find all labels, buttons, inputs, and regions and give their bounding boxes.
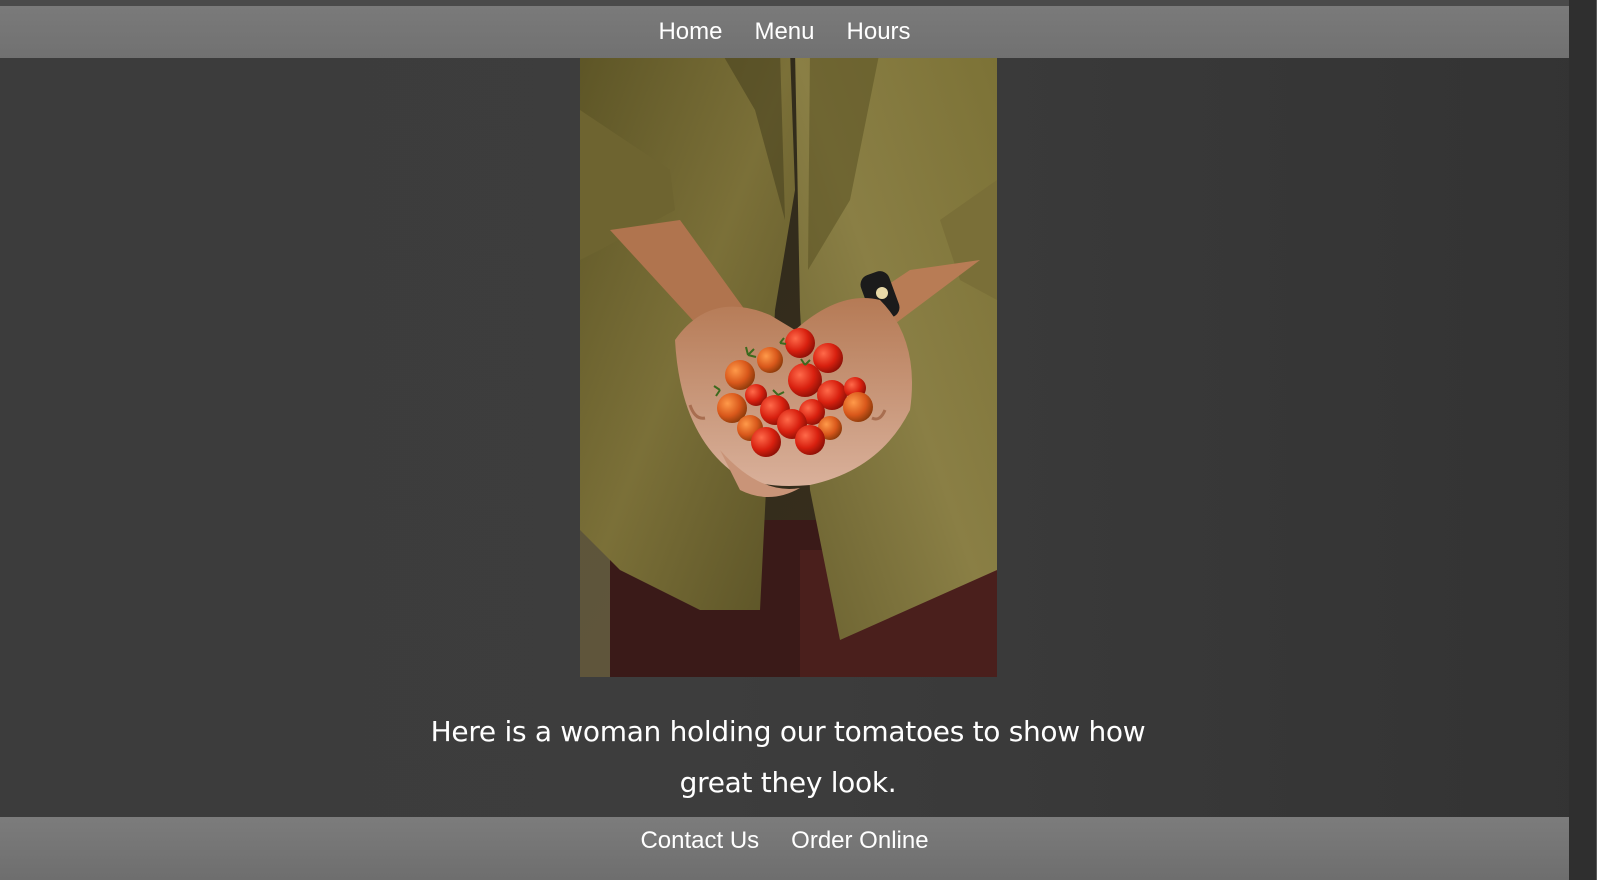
hero-caption: Here is a woman holding our tomatoes to … bbox=[430, 715, 1146, 799]
footer-link-contact-us[interactable]: Contact Us bbox=[640, 829, 759, 853]
page: Home Menu Hours Here is a woman holding … bbox=[0, 0, 1597, 880]
nav-link-home[interactable]: Home bbox=[658, 20, 722, 44]
footer-bar: Contact Us Order Online bbox=[0, 817, 1569, 880]
right-edge-scrollbar-area bbox=[1569, 0, 1597, 880]
nav-link-hours[interactable]: Hours bbox=[847, 20, 911, 44]
tomatoes-photo-icon bbox=[580, 50, 997, 677]
footer-link-order-online[interactable]: Order Online bbox=[791, 829, 928, 853]
hero-photo bbox=[580, 50, 997, 677]
nav-link-menu[interactable]: Menu bbox=[754, 20, 814, 44]
top-navbar: Home Menu Hours bbox=[0, 6, 1569, 58]
